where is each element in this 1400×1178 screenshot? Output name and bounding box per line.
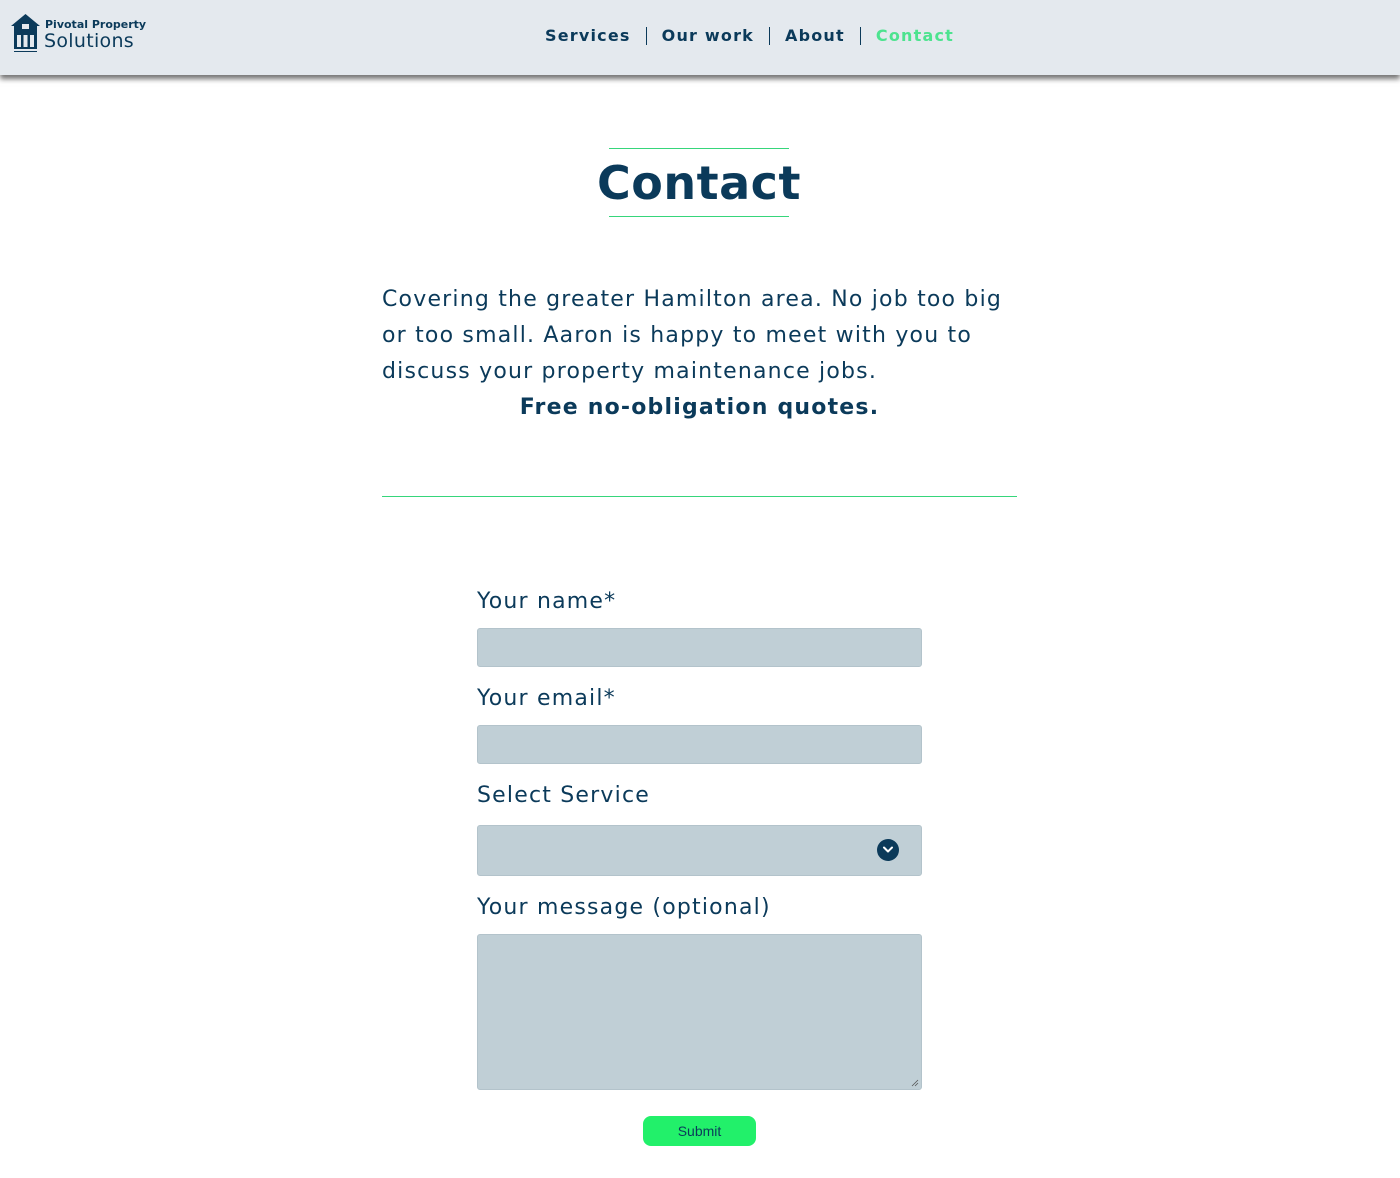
page-title: Contact [597, 155, 801, 210]
service-select[interactable] [477, 825, 922, 876]
section-divider [382, 496, 1017, 497]
email-label: Your email* [477, 686, 616, 711]
house-icon [11, 14, 40, 52]
nav-services[interactable]: Services [530, 26, 646, 46]
chevron-down-icon [877, 839, 899, 861]
quote-highlight: Free no-obligation quotes. [519, 395, 880, 420]
intro-text: Covering the greater Hamilton area. No j… [382, 287, 1003, 384]
message-label: Your message (optional) [477, 895, 771, 920]
nav-about[interactable]: About [770, 26, 860, 46]
message-textarea[interactable] [477, 934, 922, 1090]
logo-wordmark: Solutions [44, 30, 134, 52]
site-logo[interactable]: Pivotal Property Solutions [10, 13, 146, 55]
name-input[interactable] [477, 628, 922, 667]
email-input[interactable] [477, 725, 922, 764]
site-header: Pivotal Property Solutions Services Our … [0, 0, 1400, 75]
name-label: Your name* [477, 589, 617, 614]
resize-handle-icon[interactable] [911, 1079, 919, 1087]
nav-our-work[interactable]: Our work [647, 26, 769, 46]
nav-contact[interactable]: Contact [861, 26, 969, 46]
service-label: Select Service [477, 783, 650, 808]
main-nav: Services Our work About Contact [530, 25, 969, 47]
page-title-block: Contact [597, 148, 800, 217]
submit-button[interactable]: Submit [643, 1116, 756, 1146]
